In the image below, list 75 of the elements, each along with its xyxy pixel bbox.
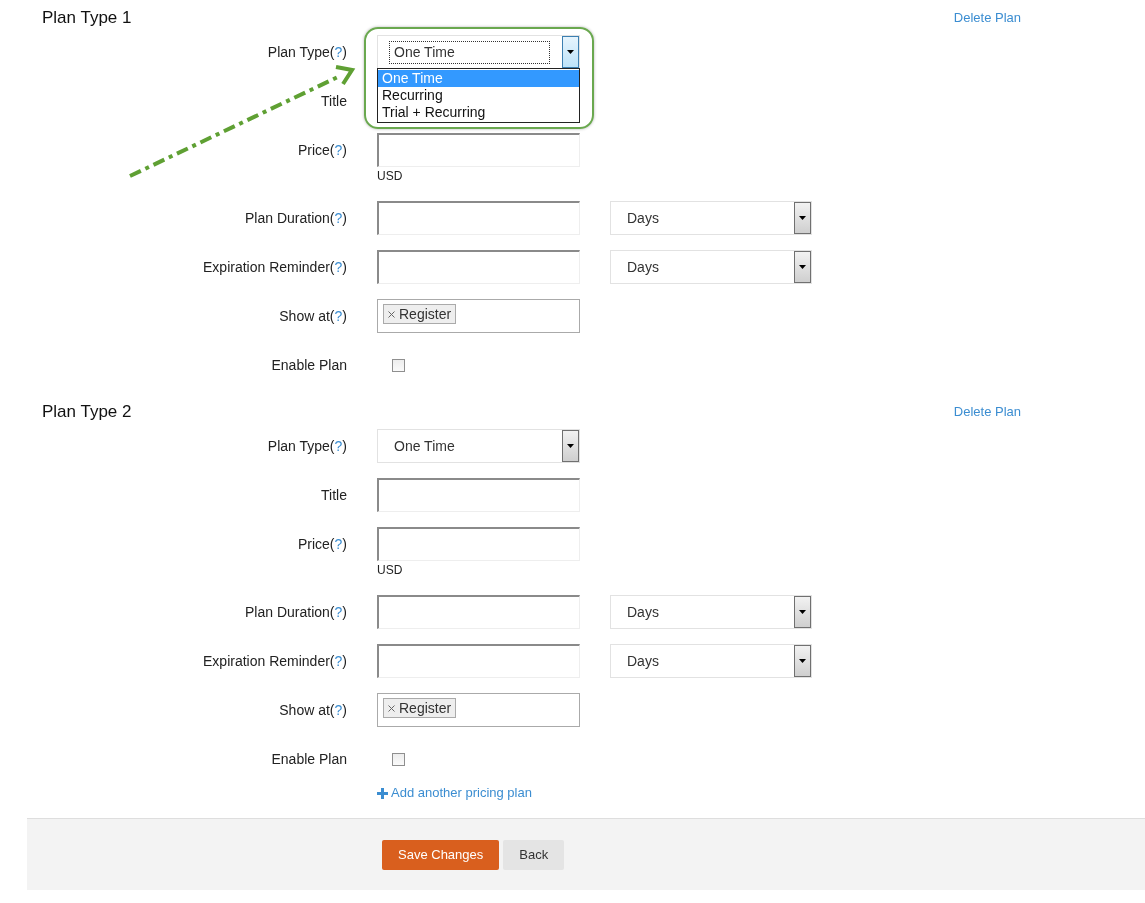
- caret-down-icon: [799, 610, 806, 614]
- checkbox[interactable]: [392, 752, 405, 766]
- field-label: Enable Plan: [271, 355, 347, 375]
- unit-label: USD: [377, 168, 404, 185]
- field-label: Plan Duration: [245, 602, 330, 622]
- field-label: Show at: [279, 306, 330, 326]
- field-label: Title: [321, 91, 347, 111]
- field-label: Enable Plan: [271, 749, 347, 769]
- help-link[interactable]: (?): [329, 650, 347, 672]
- select-field[interactable]: Days: [610, 250, 812, 284]
- field-label: Price: [297, 534, 330, 554]
- select-field[interactable]: Days: [610, 595, 812, 629]
- close-icon[interactable]: [388, 310, 395, 318]
- input-field[interactable]: [377, 644, 580, 678]
- plan-heading: Plan Type 2: [42, 400, 132, 423]
- dropdown-arrow-button[interactable]: [794, 251, 811, 283]
- help-link[interactable]: (?): [329, 139, 347, 161]
- field-label: Plan Type: [267, 42, 330, 62]
- back-button[interactable]: Back: [503, 839, 565, 870]
- input-field[interactable]: [377, 527, 580, 561]
- caret-down-icon: [799, 265, 806, 269]
- plus-icon: [377, 787, 388, 799]
- tag-chip[interactable]: Register: [383, 698, 457, 718]
- select-field[interactable]: Days: [610, 644, 812, 678]
- field-label: Show at: [279, 700, 330, 720]
- help-link[interactable]: (?): [329, 533, 347, 555]
- dropdown-option[interactable]: Trial + Recurring: [378, 104, 579, 121]
- help-link[interactable]: (?): [329, 435, 347, 457]
- help-link[interactable]: (?): [329, 601, 347, 623]
- field-label: Plan Duration: [245, 208, 330, 228]
- field-label: Title: [321, 485, 347, 505]
- dropdown-arrow-button[interactable]: [794, 645, 811, 677]
- input-field[interactable]: [377, 133, 580, 167]
- select-field[interactable]: One Time: [377, 429, 580, 463]
- unit-label: USD: [377, 562, 404, 579]
- caret-down-icon: [567, 50, 574, 54]
- tag-input-field[interactable]: Register: [377, 693, 580, 727]
- delete-plan-link[interactable]: Delete Plan: [953, 401, 1021, 422]
- tag-chip[interactable]: Register: [383, 304, 457, 324]
- delete-plan-link[interactable]: Delete Plan: [953, 7, 1021, 28]
- input-field[interactable]: [377, 201, 580, 235]
- help-link[interactable]: (?): [329, 207, 347, 229]
- caret-down-icon: [567, 444, 574, 448]
- input-field[interactable]: [377, 595, 580, 629]
- dropdown-arrow-button[interactable]: [562, 36, 579, 68]
- field-label: Expiration Reminder: [203, 651, 330, 671]
- dropdown-arrow-button[interactable]: [562, 430, 579, 462]
- select-value: Days: [627, 602, 659, 622]
- input-field[interactable]: [377, 250, 580, 284]
- save-button[interactable]: Save Changes: [382, 839, 500, 870]
- select-field[interactable]: One Time: [377, 35, 580, 69]
- select-value: One Time: [393, 436, 456, 456]
- dropdown-arrow-button[interactable]: [794, 596, 811, 628]
- help-link[interactable]: (?): [329, 305, 347, 327]
- field-label: Plan Type: [267, 436, 330, 456]
- select-value: Days: [627, 257, 659, 277]
- help-link[interactable]: (?): [329, 41, 347, 63]
- select-field[interactable]: Days: [610, 201, 812, 235]
- tag-input-field[interactable]: Register: [377, 299, 580, 333]
- select-value: Days: [627, 651, 659, 671]
- caret-down-icon: [799, 216, 806, 220]
- field-label: Expiration Reminder: [203, 257, 330, 277]
- input-field[interactable]: [377, 478, 580, 512]
- close-icon[interactable]: [388, 704, 395, 712]
- plan-heading: Plan Type 1: [42, 6, 132, 29]
- add-plan-link[interactable]: Add another pricing plan: [377, 783, 532, 803]
- select-value: Days: [627, 208, 659, 228]
- field-label: Price: [297, 140, 330, 160]
- dropdown-option[interactable]: Recurring: [378, 87, 579, 104]
- help-link[interactable]: (?): [329, 256, 347, 278]
- checkbox[interactable]: [392, 358, 405, 372]
- caret-down-icon: [799, 659, 806, 663]
- select-value: One Time: [390, 41, 549, 63]
- dropdown-arrow-button[interactable]: [794, 202, 811, 234]
- help-link[interactable]: (?): [329, 699, 347, 721]
